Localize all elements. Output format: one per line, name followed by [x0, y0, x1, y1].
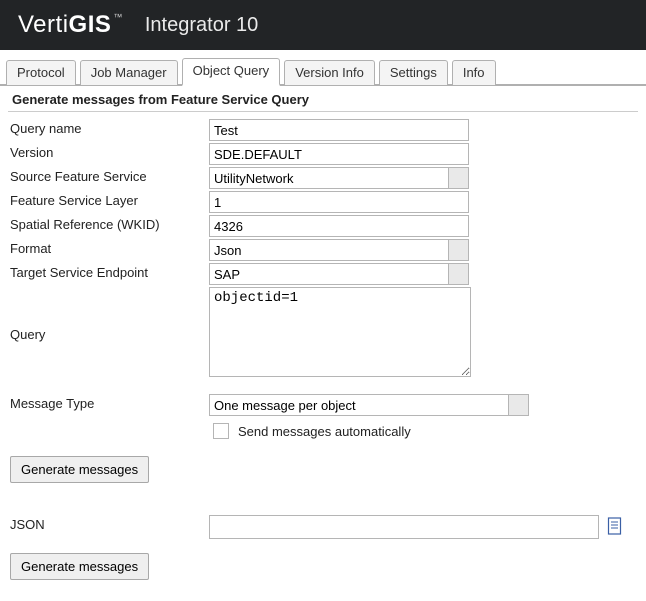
tab-label: Settings — [390, 65, 437, 80]
format-combo — [209, 239, 469, 261]
label-msg-type: Message Type — [10, 396, 94, 411]
auto-send-checkbox[interactable] — [213, 423, 229, 439]
label-wkid: Spatial Reference (WKID) — [10, 217, 160, 232]
wkid-input[interactable] — [209, 215, 469, 237]
tab-job-manager[interactable]: Job Manager — [80, 60, 178, 85]
app-logo: VertiGIS™ — [18, 11, 121, 39]
label-format: Format — [10, 241, 51, 256]
label-target-ep: Target Service Endpoint — [10, 265, 148, 280]
source-fs-dropdown-button[interactable] — [449, 167, 469, 189]
tab-info[interactable]: Info — [452, 60, 496, 85]
label-query-name: Query name — [10, 121, 82, 136]
msg-type-input[interactable] — [209, 394, 509, 416]
tab-bar: Protocol Job Manager Object Query Versio… — [0, 50, 646, 86]
product-name: Integrator 10 — [145, 14, 258, 37]
format-dropdown-button[interactable] — [449, 239, 469, 261]
msg-type-combo — [209, 394, 636, 416]
source-fs-input[interactable] — [209, 167, 449, 189]
query-name-input[interactable] — [209, 119, 469, 141]
panel-title: Generate messages from Feature Service Q… — [12, 92, 309, 107]
logo-prefix: Verti — [18, 11, 69, 39]
query-textarea[interactable] — [209, 287, 471, 377]
auto-send-row: Send messages automatically — [209, 420, 636, 442]
tab-label: Object Query — [193, 63, 270, 78]
label-auto-send: Send messages automatically — [238, 424, 411, 439]
json-input[interactable] — [209, 515, 599, 539]
label-version: Version — [10, 145, 53, 160]
tab-object-query[interactable]: Object Query — [182, 58, 281, 86]
tab-label: Info — [463, 65, 485, 80]
object-query-panel: Generate messages from Feature Service Q… — [0, 86, 646, 601]
generate-messages-button-2[interactable]: Generate messages — [10, 553, 149, 580]
document-icon[interactable] — [607, 517, 623, 538]
label-fs-layer: Feature Service Layer — [10, 193, 138, 208]
generate-messages-button-1[interactable]: Generate messages — [10, 456, 149, 483]
label-source-fs: Source Feature Service — [10, 169, 147, 184]
target-ep-combo — [209, 263, 469, 285]
tab-label: Job Manager — [91, 65, 167, 80]
msg-type-dropdown-button[interactable] — [509, 394, 529, 416]
target-ep-input[interactable] — [209, 263, 449, 285]
tab-protocol[interactable]: Protocol — [6, 60, 76, 85]
tab-settings[interactable]: Settings — [379, 60, 448, 85]
label-json: JSON — [10, 517, 45, 532]
logo-suffix: GIS — [69, 11, 112, 39]
tab-version-info[interactable]: Version Info — [284, 60, 375, 85]
app-header: VertiGIS™ Integrator 10 — [0, 0, 646, 50]
form-table: Query name Version Source Feature Servic… — [8, 118, 638, 581]
tab-label: Protocol — [17, 65, 65, 80]
logo-tm: ™ — [113, 12, 123, 22]
button-label: Generate messages — [21, 559, 138, 574]
target-ep-dropdown-button[interactable] — [449, 263, 469, 285]
version-input[interactable] — [209, 143, 469, 165]
fs-layer-input[interactable] — [209, 191, 469, 213]
format-input[interactable] — [209, 239, 449, 261]
label-query: Query — [10, 327, 45, 342]
tab-label: Version Info — [295, 65, 364, 80]
source-fs-combo — [209, 167, 469, 189]
button-label: Generate messages — [21, 462, 138, 477]
panel-title-wrap: Generate messages from Feature Service Q… — [8, 86, 638, 112]
